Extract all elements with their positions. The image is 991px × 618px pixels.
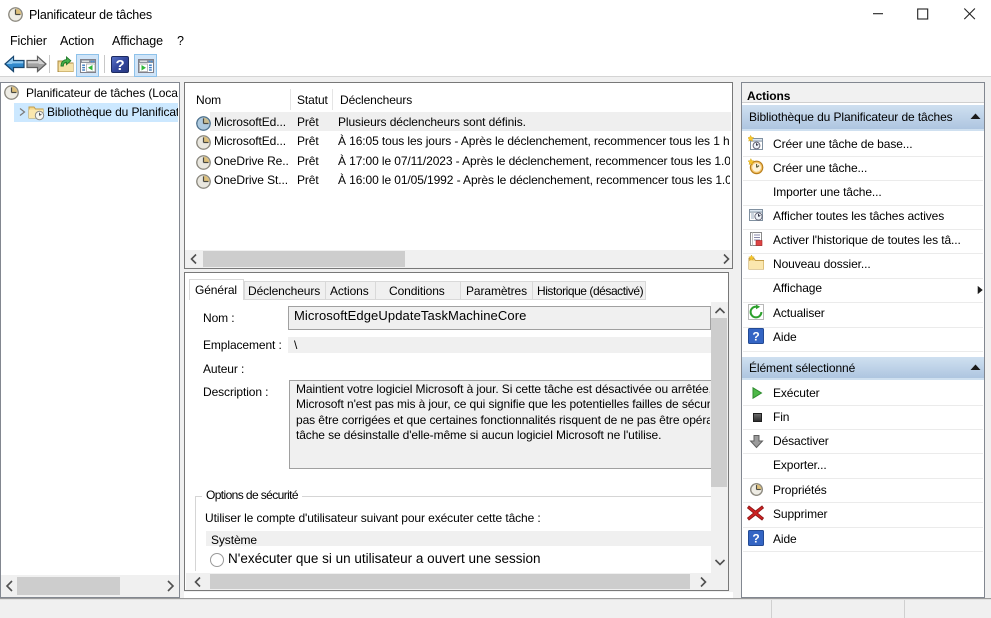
svg-text:?: ? <box>752 532 759 546</box>
svg-text:?: ? <box>115 57 124 73</box>
svg-text:?: ? <box>752 330 759 344</box>
